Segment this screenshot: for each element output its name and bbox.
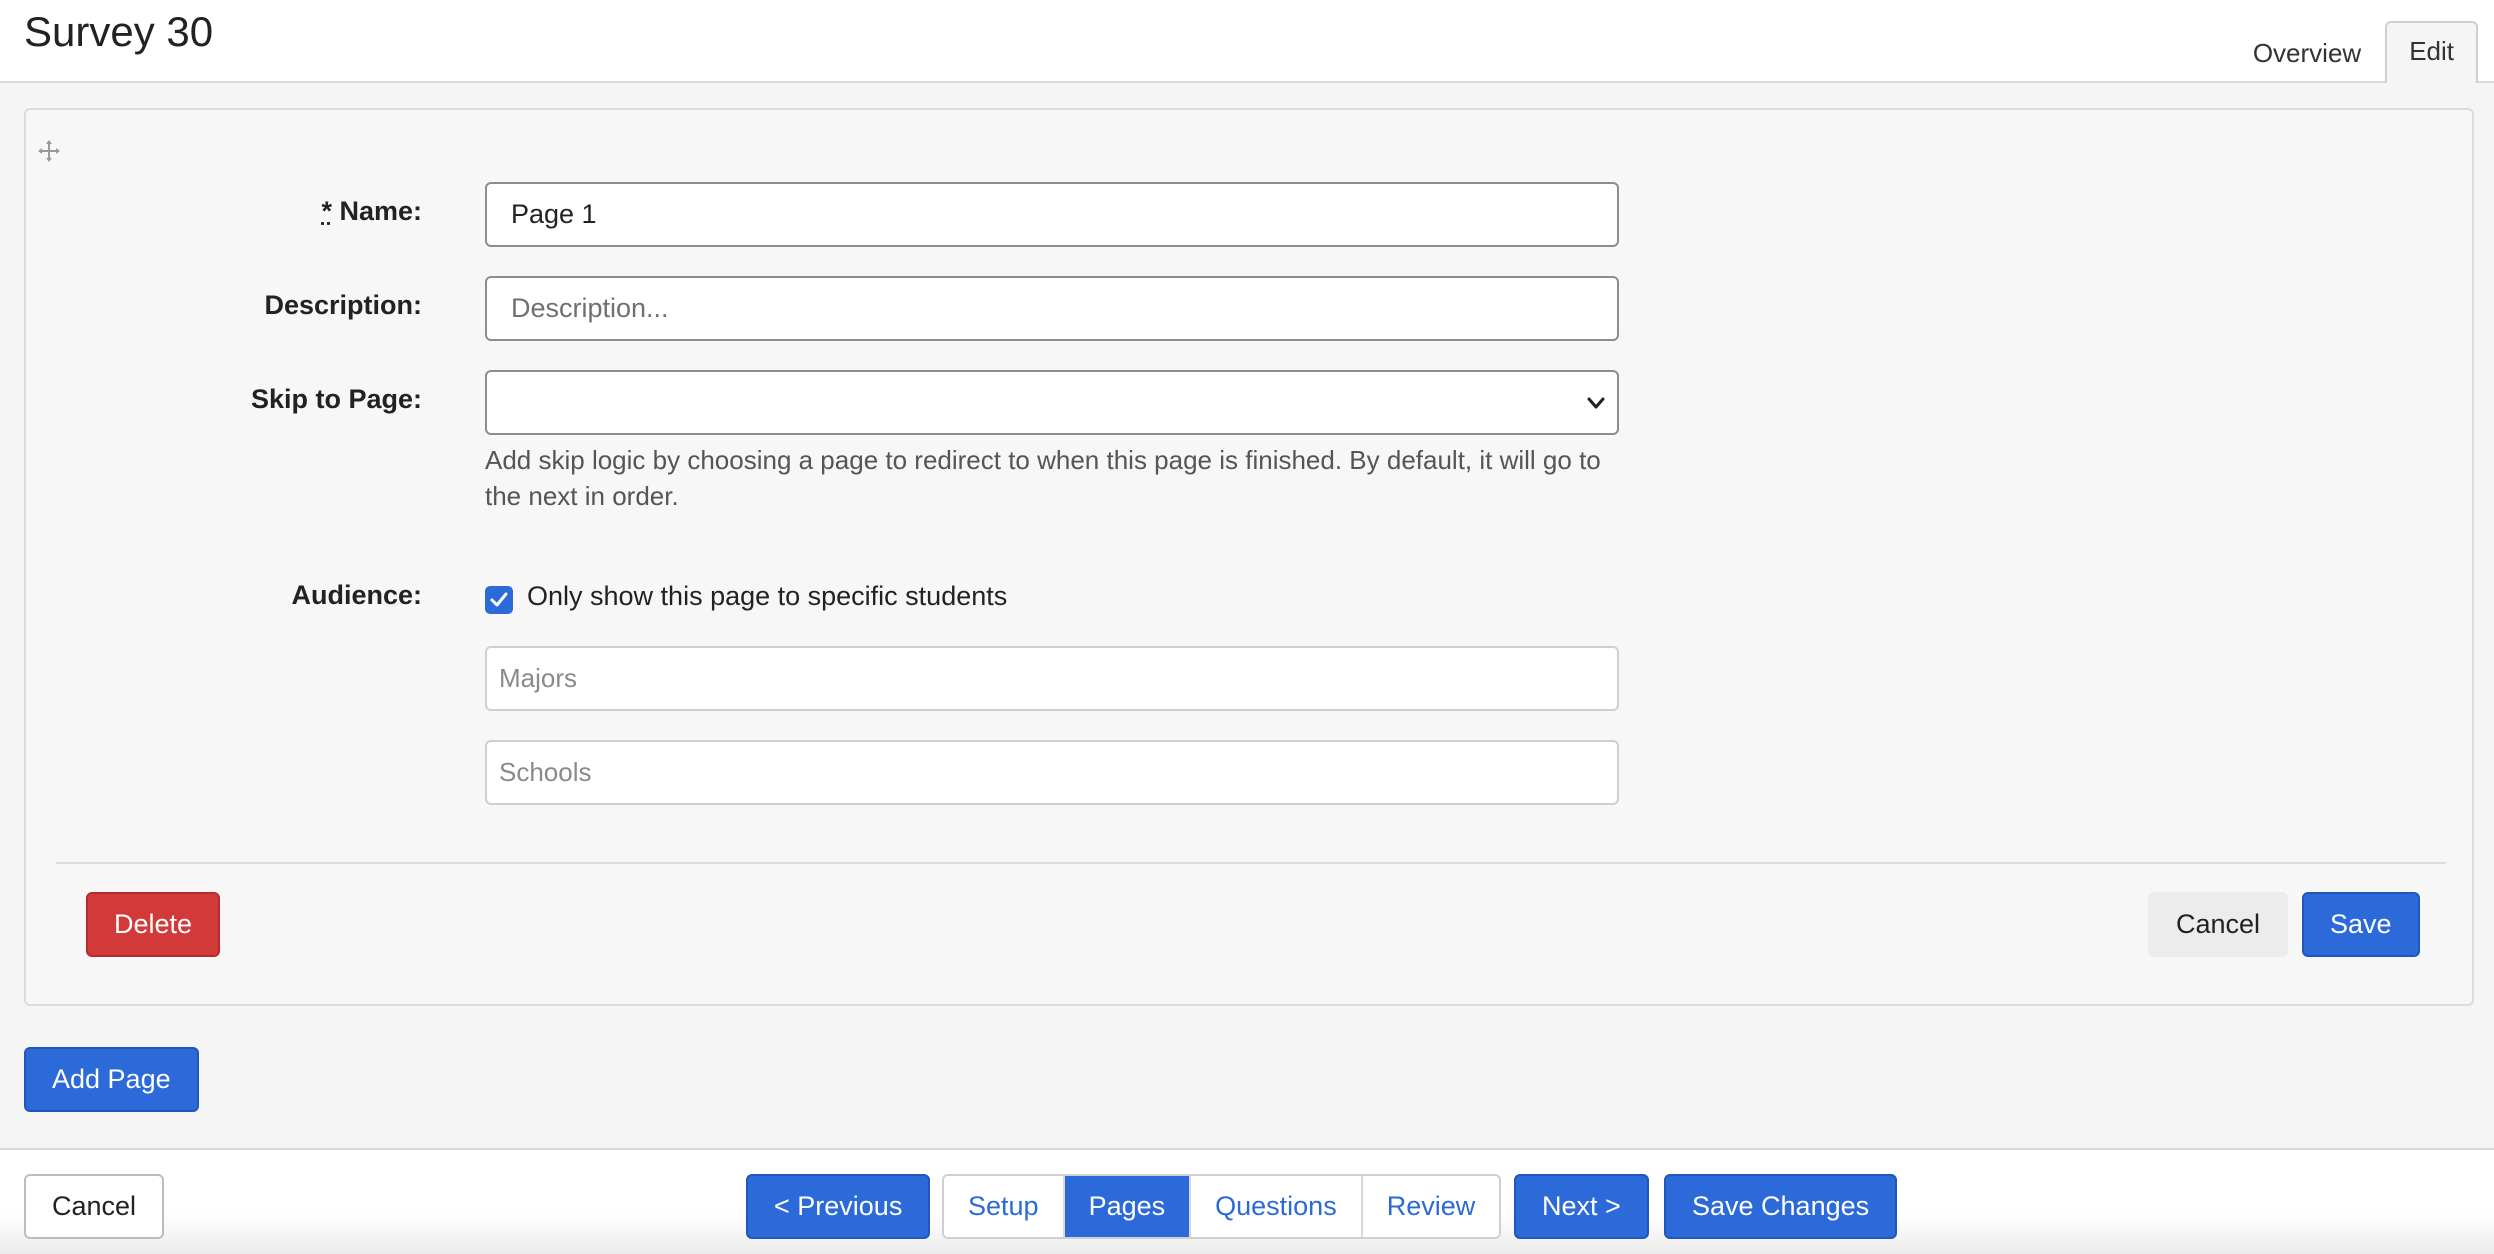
- survey-editor-page: Survey 30 Overview Edit * Name: Des: [0, 0, 2494, 1254]
- step-review[interactable]: Review: [1362, 1176, 1500, 1237]
- step-questions[interactable]: Questions: [1191, 1176, 1363, 1237]
- panel-divider: [56, 862, 2446, 864]
- page-edit-panel: * Name: Description: Skip to Page: Add s…: [24, 108, 2474, 1006]
- audience-checkbox-label[interactable]: Only show this page to specific students: [527, 581, 1007, 612]
- description-label: Description:: [264, 290, 422, 320]
- footer-cancel-button[interactable]: Cancel: [24, 1174, 165, 1239]
- step-setup[interactable]: Setup: [944, 1176, 1065, 1237]
- tab-overview[interactable]: Overview: [2229, 23, 2385, 83]
- chevron-down-icon: [1587, 397, 1605, 409]
- skip-help-text: Add skip logic by choosing a page to red…: [485, 445, 1601, 511]
- previous-button[interactable]: < Previous: [746, 1174, 931, 1239]
- skip-to-page-select[interactable]: [485, 370, 1619, 435]
- skip-to-page-label: Skip to Page:: [250, 384, 422, 414]
- audience-checkbox[interactable]: [485, 586, 513, 614]
- view-tabs: Overview Edit: [2229, 21, 2478, 83]
- delete-button[interactable]: Delete: [86, 892, 221, 957]
- name-label-text: Name:: [339, 196, 422, 226]
- save-changes-button[interactable]: Save Changes: [1664, 1174, 1898, 1239]
- tab-edit[interactable]: Edit: [2385, 21, 2478, 83]
- checkmark-icon: [490, 592, 508, 607]
- description-input[interactable]: [485, 276, 1619, 341]
- step-pages[interactable]: Pages: [1064, 1176, 1192, 1237]
- schools-input[interactable]: [485, 740, 1619, 805]
- required-marker: *: [321, 196, 332, 226]
- audience-label: Audience:: [291, 580, 422, 610]
- name-label: * Name:: [42, 196, 422, 227]
- panel-cancel-button[interactable]: Cancel: [2148, 892, 2289, 957]
- add-page-button[interactable]: Add Page: [24, 1047, 199, 1112]
- move-icon[interactable]: [38, 140, 64, 166]
- page-title: Survey 30: [24, 8, 214, 55]
- next-button[interactable]: Next >: [1514, 1174, 1649, 1239]
- page-header: Survey 30 Overview Edit: [0, 0, 2494, 83]
- wizard-steps: Setup Pages Questions Review: [942, 1174, 1502, 1239]
- majors-input[interactable]: [485, 646, 1619, 711]
- name-input[interactable]: [485, 182, 1619, 247]
- wizard-footer: Cancel < Previous Setup Pages Questions …: [0, 1148, 2494, 1254]
- panel-save-button[interactable]: Save: [2302, 892, 2420, 957]
